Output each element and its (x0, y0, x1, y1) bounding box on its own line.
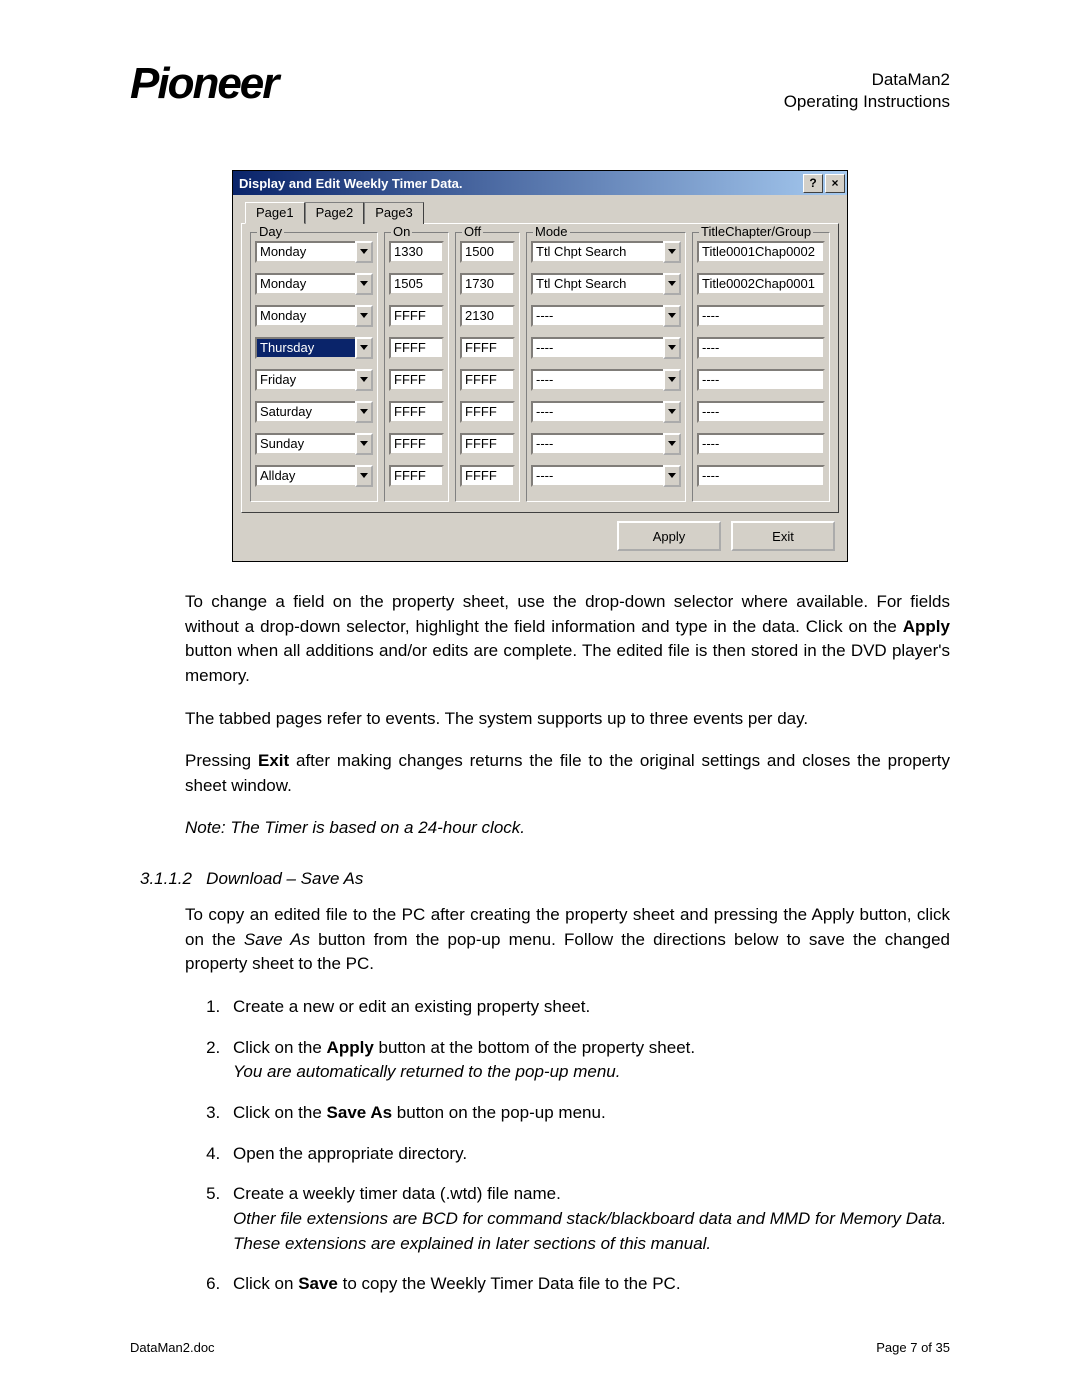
group-label: Off (462, 224, 483, 239)
day-field[interactable]: Monday (255, 273, 357, 295)
logo: Pioneer (130, 60, 390, 113)
chevron-down-icon[interactable] (663, 433, 681, 455)
mode-field[interactable]: Ttl Chpt Search (531, 273, 665, 295)
list-item: Click on the Save As button on the pop-u… (225, 1101, 950, 1126)
list-item: Click on the Apply button at the bottom … (225, 1036, 950, 1085)
tcg-field[interactable]: ---- (697, 433, 825, 455)
tcg-field[interactable]: ---- (697, 401, 825, 423)
chevron-down-icon[interactable] (355, 401, 373, 423)
tab-panel: Day Monday Monday Monday Thursday Friday Satur… (241, 223, 839, 513)
tcg-field[interactable]: ---- (697, 305, 825, 327)
day-field[interactable]: Monday (255, 241, 357, 263)
chevron-down-icon[interactable] (663, 273, 681, 295)
footer-right: Page 7 of 35 (876, 1340, 950, 1355)
titlebar: Display and Edit Weekly Timer Data. ? × (233, 171, 847, 195)
section-heading: 3.1.1.2 Download – Save As (130, 869, 950, 889)
day-field[interactable]: Monday (255, 305, 357, 327)
footer-left: DataMan2.doc (130, 1340, 215, 1355)
chevron-down-icon[interactable] (355, 337, 373, 359)
list-item: Create a weekly timer data (.wtd) file n… (225, 1182, 950, 1256)
paragraph: Pressing Exit after making changes retur… (130, 749, 950, 798)
mode-field[interactable]: ---- (531, 305, 665, 327)
tcg-field[interactable]: ---- (697, 465, 825, 487)
group-label: On (391, 224, 412, 239)
list-item: Click on Save to copy the Weekly Timer D… (225, 1272, 950, 1297)
paragraph: To change a field on the property sheet,… (130, 590, 950, 689)
off-field[interactable]: 1500 (460, 241, 515, 263)
off-field[interactable]: FFFF (460, 465, 515, 487)
help-icon[interactable]: ? (803, 174, 823, 193)
on-field[interactable]: FFFF (389, 465, 444, 487)
svg-text:Pioneer: Pioneer (130, 60, 282, 108)
on-field[interactable]: 1505 (389, 273, 444, 295)
chevron-down-icon[interactable] (663, 465, 681, 487)
tcg-field[interactable]: ---- (697, 337, 825, 359)
paragraph: The tabbed pages refer to events. The sy… (130, 707, 950, 732)
on-field[interactable]: FFFF (389, 401, 444, 423)
day-field[interactable]: Thursday (255, 337, 357, 359)
day-field[interactable]: Allday (255, 465, 357, 487)
day-field[interactable]: Friday (255, 369, 357, 391)
chevron-down-icon[interactable] (355, 369, 373, 391)
tab-strip: Page1 Page2 Page3 (245, 201, 839, 223)
off-field[interactable]: 2130 (460, 305, 515, 327)
mode-field[interactable]: ---- (531, 433, 665, 455)
dialog-window: Display and Edit Weekly Timer Data. ? × … (232, 170, 848, 562)
window-title: Display and Edit Weekly Timer Data. (239, 176, 463, 191)
mode-field[interactable]: Ttl Chpt Search (531, 241, 665, 263)
off-field[interactable]: 1730 (460, 273, 515, 295)
steps-list: Create a new or edit an existing propert… (130, 995, 950, 1297)
exit-button[interactable]: Exit (731, 521, 835, 551)
mode-field[interactable]: ---- (531, 465, 665, 487)
on-field[interactable]: 1330 (389, 241, 444, 263)
off-field[interactable]: FFFF (460, 433, 515, 455)
doc-title: DataMan2 Operating Instructions (784, 69, 950, 113)
close-icon[interactable]: × (825, 174, 845, 193)
chevron-down-icon[interactable] (663, 401, 681, 423)
off-field[interactable]: FFFF (460, 401, 515, 423)
off-field[interactable]: FFFF (460, 369, 515, 391)
on-field[interactable]: FFFF (389, 369, 444, 391)
on-field[interactable]: FFFF (389, 433, 444, 455)
on-field[interactable]: FFFF (389, 305, 444, 327)
apply-button[interactable]: Apply (617, 521, 721, 551)
list-item: Open the appropriate directory. (225, 1142, 950, 1167)
on-field[interactable]: FFFF (389, 337, 444, 359)
chevron-down-icon[interactable] (355, 273, 373, 295)
tcg-field[interactable]: Title0002Chap0001 (697, 273, 825, 295)
day-field[interactable]: Sunday (255, 433, 357, 455)
chevron-down-icon[interactable] (355, 433, 373, 455)
chevron-down-icon[interactable] (663, 305, 681, 327)
chevron-down-icon[interactable] (663, 337, 681, 359)
group-label: TitleChapter/Group (699, 224, 813, 239)
chevron-down-icon[interactable] (355, 241, 373, 263)
mode-field[interactable]: ---- (531, 337, 665, 359)
mode-field[interactable]: ---- (531, 401, 665, 423)
paragraph: To copy an edited file to the PC after c… (130, 903, 950, 977)
group-label: Mode (533, 224, 570, 239)
group-label: Day (257, 224, 284, 239)
day-field[interactable]: Saturday (255, 401, 357, 423)
off-field[interactable]: FFFF (460, 337, 515, 359)
chevron-down-icon[interactable] (355, 465, 373, 487)
mode-field[interactable]: ---- (531, 369, 665, 391)
tab-page1[interactable]: Page1 (245, 202, 305, 224)
chevron-down-icon[interactable] (663, 241, 681, 263)
chevron-down-icon[interactable] (355, 305, 373, 327)
tab-page2[interactable]: Page2 (305, 202, 365, 224)
chevron-down-icon[interactable] (663, 369, 681, 391)
note: Note: The Timer is based on a 24-hour cl… (130, 816, 950, 841)
tcg-field[interactable]: Title0001Chap0002 (697, 241, 825, 263)
tcg-field[interactable]: ---- (697, 369, 825, 391)
list-item: Create a new or edit an existing propert… (225, 995, 950, 1020)
tab-page3[interactable]: Page3 (364, 202, 424, 224)
